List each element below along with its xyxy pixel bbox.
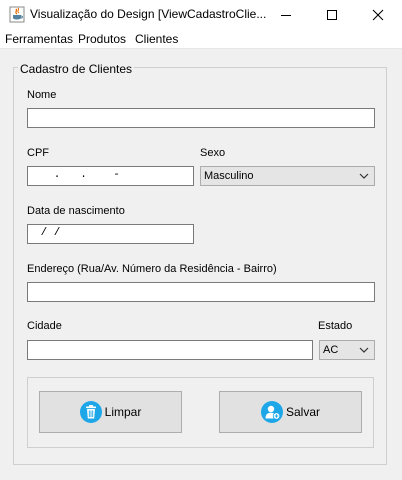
cidade-field[interactable]	[27, 340, 313, 360]
add-user-icon	[260, 401, 283, 423]
data-nascimento-label: Data de nascimento	[27, 205, 125, 217]
sexo-select[interactable]: Masculino	[200, 166, 375, 186]
nome-label: Nome	[27, 89, 57, 101]
panel-title: Cadastro de Clientes	[18, 62, 135, 76]
menu-ferramentas[interactable]: Ferramentas	[5, 32, 73, 46]
menu-clientes[interactable]: Clientes	[135, 32, 178, 46]
sexo-value: Masculino	[204, 170, 254, 182]
cpf-field[interactable]: . . -	[27, 166, 194, 186]
minimize-icon	[281, 15, 291, 16]
limpar-label: Limpar	[104, 405, 142, 419]
chevron-down-icon	[359, 347, 369, 353]
data-nascimento-value: / /	[34, 227, 61, 239]
cidade-label: Cidade	[27, 320, 62, 332]
menu-bar: Ferramentas Produtos Clientes	[0, 30, 402, 49]
estado-value: AC	[323, 344, 339, 356]
endereco-field[interactable]	[27, 282, 375, 302]
title-bar[interactable]: Visualização do Design [ViewCadastroClie…	[0, 0, 402, 30]
chevron-down-icon	[359, 173, 369, 179]
nome-field[interactable]	[27, 108, 375, 128]
application-window: Visualização do Design [ViewCadastroClie…	[0, 0, 402, 480]
trash-icon	[79, 401, 102, 423]
minimize-button[interactable]	[263, 0, 309, 30]
endereco-label: Endereço (Rua/Av. Número da Residência -…	[27, 263, 277, 275]
window-title: Visualização do Design [ViewCadastroClie…	[30, 7, 267, 21]
cpf-value: . . -	[34, 169, 120, 181]
java-cup-icon	[9, 6, 25, 23]
close-button[interactable]	[355, 0, 401, 30]
maximize-button[interactable]	[309, 0, 355, 30]
sexo-label: Sexo	[200, 147, 226, 159]
data-nascimento-field[interactable]: / /	[27, 224, 194, 244]
estado-select[interactable]: AC	[319, 340, 375, 360]
close-icon	[372, 9, 384, 21]
menu-produtos[interactable]: Produtos	[78, 32, 126, 46]
limpar-button[interactable]: Limpar	[39, 391, 182, 433]
estado-label: Estado	[318, 320, 353, 332]
cpf-label: CPF	[27, 147, 49, 159]
salvar-label: Salvar	[285, 405, 320, 419]
maximize-icon	[327, 10, 337, 20]
salvar-button[interactable]: Salvar	[219, 391, 362, 433]
